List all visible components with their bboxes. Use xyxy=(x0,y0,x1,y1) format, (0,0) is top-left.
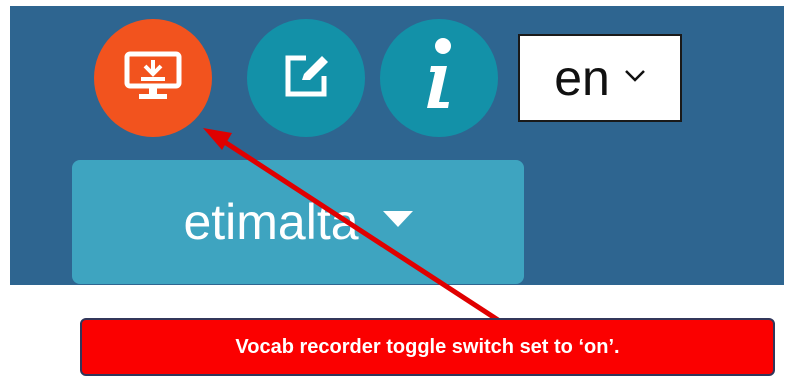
word-dropdown[interactable]: etimalta xyxy=(72,160,524,284)
caret-down-icon xyxy=(382,210,413,234)
edit-icon xyxy=(280,50,332,107)
chevron-down-icon xyxy=(624,69,646,88)
callout-text: Vocab recorder toggle switch set to ‘on’… xyxy=(235,335,620,358)
word-dropdown-label: etimalta xyxy=(183,194,359,250)
info-icon xyxy=(419,36,459,121)
annotation-callout: Vocab recorder toggle switch set to ‘on’… xyxy=(80,318,775,376)
language-select[interactable]: en xyxy=(518,34,682,122)
language-value: en xyxy=(554,50,610,106)
vocab-recorder-toggle[interactable] xyxy=(94,19,212,137)
info-button[interactable] xyxy=(380,19,498,137)
edit-button[interactable] xyxy=(247,19,365,137)
monitor-download-icon xyxy=(123,50,183,107)
